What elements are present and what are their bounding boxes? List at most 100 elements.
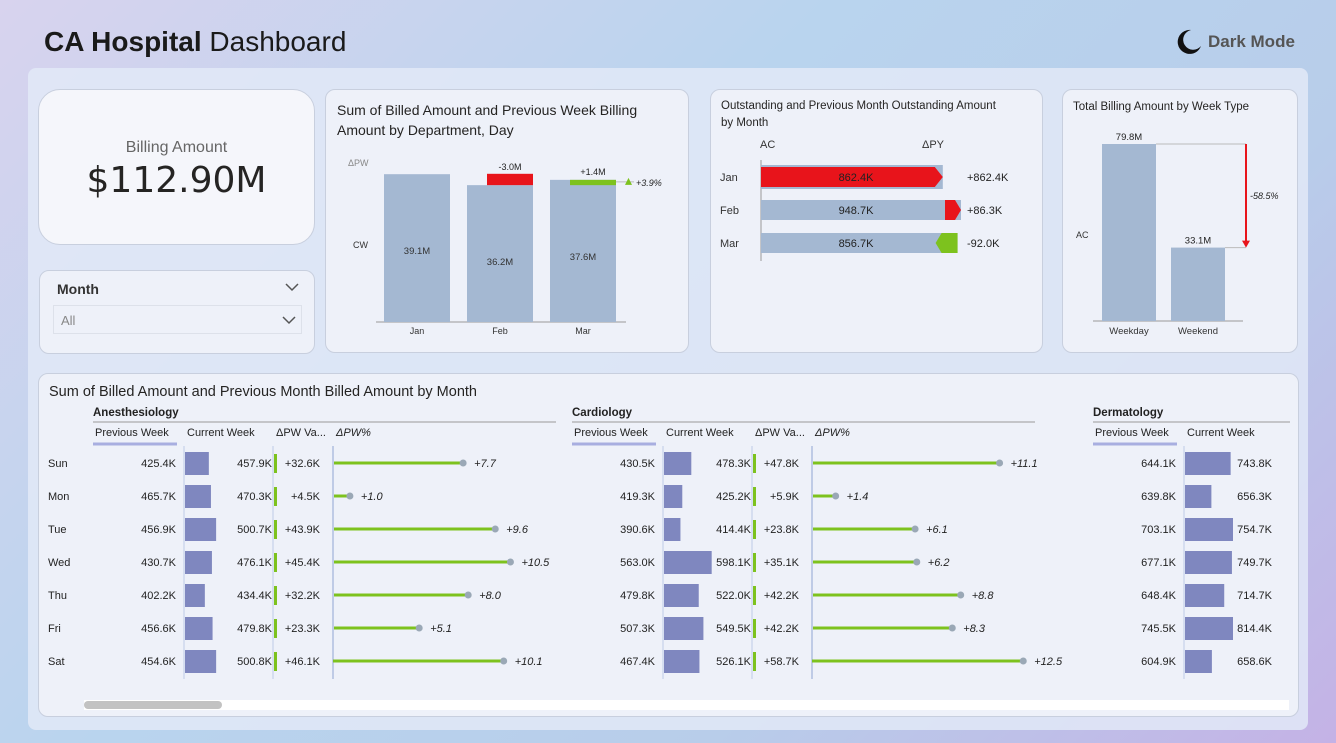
day-label: Fri	[48, 623, 61, 635]
delta-pw-value: +4.5K	[291, 491, 321, 503]
ac-column-label: AC	[760, 139, 775, 151]
previous-week-value: 456.9K	[141, 524, 177, 536]
category-label: Feb	[720, 205, 739, 217]
bar-weekday	[1102, 144, 1156, 321]
month-slicer: Month All	[39, 270, 315, 354]
day-label: Tue	[48, 524, 67, 536]
current-week-bar	[185, 485, 211, 508]
pct-lollipop-dot	[491, 525, 499, 533]
week-type-chart: Total Billing Amount by Week Type AC 79.…	[1062, 89, 1298, 353]
bar-weekend	[1171, 247, 1225, 321]
previous-week-value: 430.5K	[620, 458, 656, 470]
category-label: Feb	[492, 326, 508, 336]
current-week-value: 414.4K	[716, 524, 752, 536]
current-week-bar	[664, 584, 699, 607]
delta-label: +862.4K	[967, 172, 1009, 184]
day-label: Wed	[48, 557, 70, 569]
chevron-down-icon[interactable]	[285, 281, 299, 293]
delta-pw-bar	[753, 520, 756, 539]
previous-week-value: 745.5K	[1141, 623, 1177, 635]
previous-week-value: 639.8K	[1141, 491, 1177, 503]
pct-lollipop-dot	[948, 624, 956, 632]
delta-label: -92.0K	[967, 238, 1000, 250]
delta-bar	[487, 173, 533, 186]
dark-mode-toggle[interactable]: Dark Mode	[1174, 27, 1299, 57]
value-label: 37.6M	[570, 252, 596, 263]
pct-value: +5.1	[430, 623, 452, 635]
current-week-value: 500.7K	[237, 524, 273, 536]
previous-week-value: 644.1K	[1141, 458, 1177, 470]
pct-lollipop-dot	[832, 492, 840, 500]
value-label: 33.1M	[1185, 236, 1211, 247]
dpy-column-label: ΔPY	[922, 139, 945, 151]
current-week-bar	[185, 584, 205, 607]
pct-value: +6.1	[926, 524, 948, 536]
billed-by-department-chart: Sum of Billed Amount and Previous Week B…	[325, 89, 689, 353]
app-title-rest: Dashboard	[209, 26, 347, 57]
delta-pw-value: +42.2K	[764, 623, 800, 635]
current-week-value: 656.3K	[1237, 491, 1273, 503]
column-header: ΔPW Va...	[276, 427, 326, 439]
current-week-value: 425.2K	[716, 491, 752, 503]
category-label: Mar	[720, 238, 739, 250]
chevron-down-icon	[282, 316, 296, 325]
category-label: Weekend	[1178, 326, 1218, 337]
column-header: Previous Week	[574, 427, 648, 439]
pct-value: +12.5	[1034, 656, 1063, 668]
previous-week-value: 430.7K	[141, 557, 177, 569]
value-label: 862.4K	[839, 172, 875, 184]
app-title-bold: CA Hospital	[44, 26, 202, 57]
slicer-header: Month	[57, 281, 99, 297]
column-header: ΔPW%	[814, 427, 850, 439]
current-week-bar	[185, 518, 217, 541]
current-week-bar	[185, 617, 213, 640]
current-week-value: 658.6K	[1237, 656, 1273, 668]
delta-pw-value: +23.3K	[285, 623, 321, 635]
scrollbar-thumb[interactable]	[84, 701, 222, 709]
previous-week-value: 419.3K	[620, 491, 656, 503]
pct-value: +10.1	[515, 656, 543, 668]
previous-week-value: 465.7K	[141, 491, 177, 503]
chart3-plot: AC 79.8M Weekday 33.1M Weekend -58.5%	[1076, 132, 1279, 337]
previous-week-value: 507.3K	[620, 623, 656, 635]
category-label: Mar	[575, 326, 591, 336]
previous-week-value: 604.9K	[1141, 656, 1177, 668]
current-week-value: 526.1K	[716, 656, 752, 668]
value-label: 39.1M	[404, 246, 430, 257]
current-week-value: 549.5K	[716, 623, 752, 635]
delta-pw-value: +58.7K	[764, 656, 800, 668]
delta-pct-label: -58.5%	[1250, 191, 1279, 201]
current-week-bar	[1185, 518, 1233, 541]
previous-week-value: 454.6K	[141, 656, 177, 668]
delta-pw-bar	[274, 652, 277, 671]
current-week-value: 457.9K	[237, 458, 273, 470]
current-week-bar	[1185, 650, 1212, 673]
pct-value: +1.4	[847, 491, 869, 503]
current-week-bar	[1185, 485, 1212, 508]
pct-value: +1.0	[361, 491, 384, 503]
pct-value: +11.1	[1011, 458, 1038, 470]
current-week-bar	[1185, 617, 1233, 640]
delta-pw-bar	[274, 586, 277, 605]
value-label: 79.8M	[1116, 132, 1142, 143]
column-header: Previous Week	[95, 427, 169, 439]
delta-label: +1.4M	[580, 167, 605, 177]
pct-value: +7.7	[474, 458, 497, 470]
department-header: Anesthesiology	[93, 407, 179, 419]
horizontal-scrollbar[interactable]	[84, 700, 1289, 710]
cw-label: CW	[353, 240, 368, 250]
ac-row-label: AC	[1076, 230, 1089, 240]
current-week-value: 714.7K	[1237, 590, 1273, 602]
delta-label: +86.3K	[967, 205, 1003, 217]
kpi-value: $112.90M	[86, 160, 267, 201]
day-label: Thu	[48, 590, 67, 602]
current-week-value: 478.3K	[716, 458, 752, 470]
current-week-bar	[664, 650, 700, 673]
value-label: 36.2M	[487, 257, 513, 268]
outstanding-chart: Outstanding and Previous Month Outstandi…	[710, 89, 1043, 353]
category-label: Weekday	[1109, 326, 1149, 337]
delta-pct-label: +3.9%	[636, 178, 662, 188]
delta-pw-bar	[274, 619, 277, 638]
current-week-bar	[1185, 584, 1225, 607]
month-dropdown[interactable]: All	[53, 305, 302, 334]
